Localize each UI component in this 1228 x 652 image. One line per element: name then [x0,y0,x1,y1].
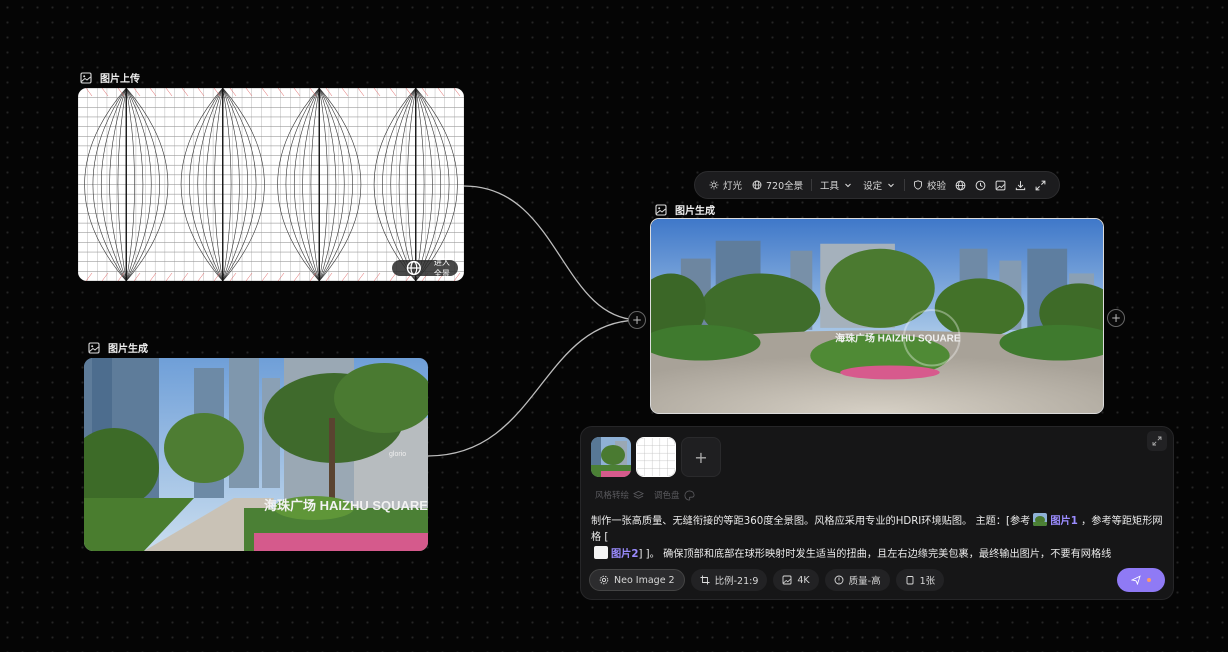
input-port[interactable]: + [628,311,646,329]
style-transfer-label: 风格转绘 [595,491,630,501]
ref1-mini-thumb [1033,513,1048,526]
expand-icon [1035,180,1045,190]
image-icon [655,203,667,216]
settings-label: 设定 [863,181,883,192]
upload-node-label: 图片上传 [80,70,140,85]
source-node-label: 图片生成 [88,340,148,355]
source-photo-image[interactable]: 海珠广场 HAIZHU SQUARE glorio [84,358,428,551]
equirect-grid [78,88,464,281]
globe-icon [955,180,966,190]
pano720-label: 720全景 [766,181,804,192]
prompt-text-part3: ] ]。 确保顶部和底部在球形映射时发生适当的扭曲，且左右边缘完美包裹，最终输出… [638,549,1112,560]
source-node-title: 图片生成 [108,344,148,355]
clock-icon [975,180,986,190]
output-panorama-image[interactable]: 海珠广场 HAIZHU SQUARE [650,218,1104,414]
sun-icon [709,180,719,190]
resolution-label: 4K [797,574,810,586]
plaza-photo: 海珠广场 HAIZHU SQUARE glorio [84,358,428,551]
model-selector[interactable]: Neo Image 2 [589,569,685,591]
fullscreen-button[interactable] [1031,175,1049,195]
reference-thumb-1[interactable] [591,437,631,477]
panorama-photo: 海珠广场 HAIZHU SQUARE [651,219,1103,413]
chevron-down-icon [888,183,894,188]
verify-button[interactable]: 校验 [909,175,950,195]
palette-label: 调色盘 [654,491,680,501]
copy-icon [906,576,914,585]
gear-icon [599,575,609,585]
lighting-label: 灯光 [723,181,743,192]
expand-icon [1152,436,1162,446]
image-icon [88,341,100,354]
output-node-label: 图片生成 [655,202,715,217]
credit-dot [1147,578,1151,582]
quality-icon [834,575,844,585]
ref1-tag[interactable]: 图片1 [1050,516,1077,527]
globe-icon [406,260,421,276]
plaza-sign-pano: 海珠广场 HAIZHU SQUARE [835,332,961,345]
tools-dropdown[interactable]: 工具 [816,175,857,195]
pano720-button[interactable]: 720全景 [748,175,807,195]
download-icon [1015,180,1025,190]
crop-icon [700,575,710,585]
lighting-button[interactable]: 灯光 [705,175,746,195]
quality-label: 质量-高 [848,576,881,587]
image-toolbar: 灯光 720全景 工具 设定 校验 [694,171,1060,199]
settings-dropdown[interactable]: 设定 [859,175,900,195]
reference-photo-thumb [591,437,631,477]
image-icon [995,180,1006,190]
plaza-sign: 海珠广场 HAIZHU SQUARE [264,498,428,513]
expand-panel-button[interactable] [1147,431,1167,451]
reference-thumb-2[interactable] [636,437,676,477]
palette-chip[interactable]: 调色盘 [654,489,695,501]
add-reference-button[interactable]: + [681,437,721,477]
toolbar-divider [811,179,813,191]
prompt-text-part1: 制作一张高质量、无缝衔接的等距360度全景图。风格应采用专业的HDRI环境贴图。… [591,516,1031,527]
toolbar-divider [904,179,905,191]
palette-icon [684,490,695,500]
globe-button[interactable] [952,175,970,195]
enter-panorama-label: 进入全景 [433,258,450,278]
shop-sign: glorio [389,451,406,458]
shield-icon [914,180,922,190]
prompt-panel: + 风格转绘 调色盘 制作一张高质量、无缝衔接的等距360度全景图。风格应采用专… [580,426,1174,600]
output-port[interactable]: + [1107,309,1125,327]
ref2-tag[interactable]: 图片2 [611,549,638,560]
image-icon [80,71,92,84]
upload-grid-image[interactable]: 进入全景 [78,88,464,281]
upload-node-title: 图片上传 [100,74,140,85]
send-button[interactable] [1117,568,1165,592]
layers-icon [633,490,645,499]
quality-selector[interactable]: 质量-高 [824,569,890,591]
reference-grid-thumb [637,438,675,476]
resolution-selector[interactable]: 4K [773,569,819,591]
download-button[interactable] [1011,175,1029,195]
enter-panorama-button[interactable]: 进入全景 [392,258,458,278]
output-node-title: 图片生成 [675,206,715,217]
generation-options: Neo Image 2 比例-21:9 4K 质量-高 1张 [589,569,945,591]
style-chips: 风格转绘 调色盘 [595,489,695,501]
count-label: 1张 [919,576,936,587]
verify-label: 校验 [926,181,946,192]
ratio-label: 比例-21:9 [714,576,759,587]
send-icon [1131,575,1141,585]
ref2-mini-thumb [594,546,608,559]
tools-label: 工具 [820,181,840,192]
globe-icon [752,180,762,190]
prompt-text[interactable]: 制作一张高质量、无缝衔接的等距360度全景图。风格应采用专业的HDRI环境贴图。… [591,513,1165,563]
image-icon [782,575,792,585]
history-button[interactable] [972,175,990,195]
model-label: Neo Image 2 [614,574,675,586]
image-button[interactable] [992,175,1010,195]
count-selector[interactable]: 1张 [895,569,945,591]
ratio-selector[interactable]: 比例-21:9 [690,569,768,591]
chevron-down-icon [845,183,851,188]
style-transfer-chip[interactable]: 风格转绘 [595,489,645,501]
